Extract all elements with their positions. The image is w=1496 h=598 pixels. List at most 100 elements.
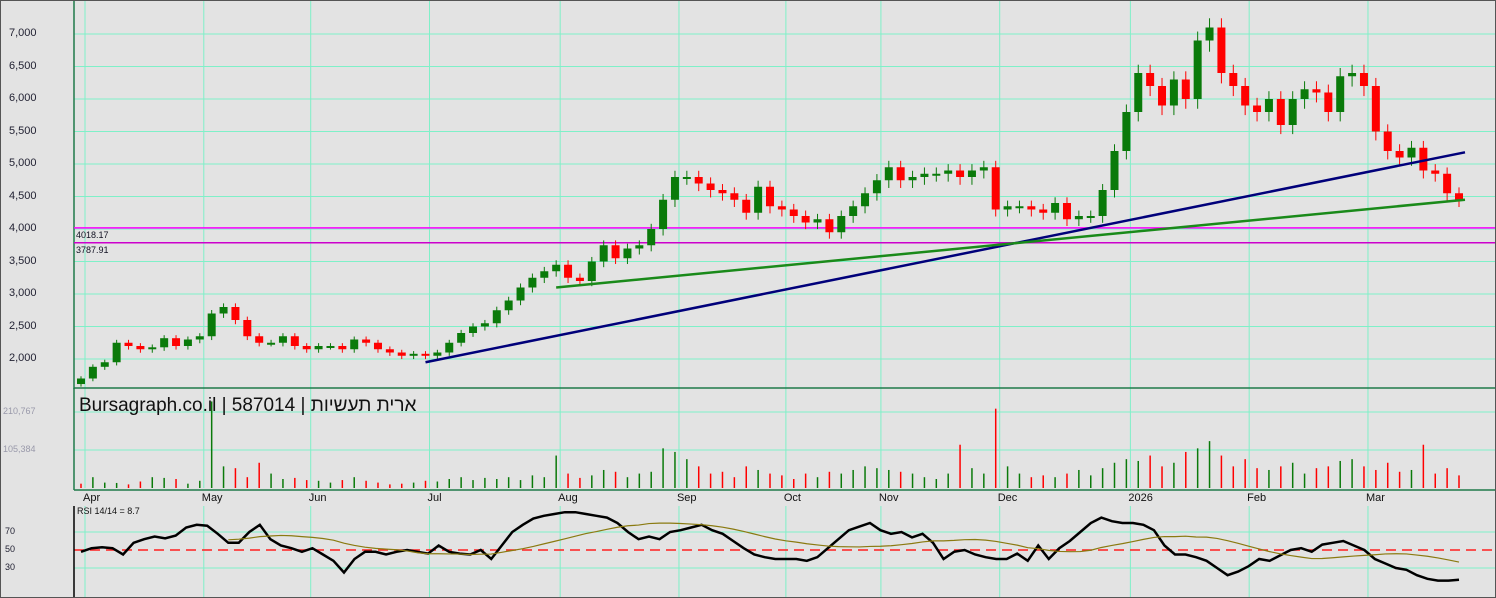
candle-body: [1359, 73, 1368, 86]
candle-body: [967, 170, 976, 177]
candle-body: [492, 310, 501, 324]
month-label: Sep: [676, 492, 697, 504]
candle-body: [290, 336, 299, 346]
trendline: [556, 198, 1466, 289]
price-tick-label: 4,000: [9, 222, 37, 234]
rsi-signal-line: [228, 522, 1460, 563]
candle-body: [302, 346, 311, 350]
candle-body: [1241, 86, 1250, 106]
price-tick-label: 5,500: [9, 124, 37, 137]
price-tick-label: 7,000: [9, 27, 37, 39]
candle-body: [884, 167, 893, 181]
candle-body: [1169, 79, 1178, 106]
candle-body: [231, 307, 240, 320]
candle-body: [528, 277, 537, 288]
candle-body: [373, 342, 382, 350]
candle-body: [777, 206, 786, 210]
price-tick-label: 6,500: [9, 59, 37, 72]
candle-body: [1407, 147, 1416, 158]
candle-body: [575, 277, 584, 281]
candle-body: [1015, 206, 1024, 209]
price-tick-label: 2,000: [9, 352, 37, 364]
candle-body: [1134, 73, 1143, 112]
candle-body: [730, 193, 739, 200]
candle-body: [1324, 92, 1333, 112]
candle-body: [219, 307, 228, 314]
candle-body: [789, 209, 798, 216]
candle-body: [1193, 40, 1202, 99]
candle-body: [326, 346, 335, 348]
month-label: Aug: [558, 492, 578, 504]
candle-body: [872, 180, 881, 194]
trendline: [425, 151, 1466, 364]
stock-chart: Bursagraph.co.il | 587014 | ארית תעשיות …: [0, 0, 1496, 598]
candle-body: [267, 342, 276, 345]
candle-body: [564, 264, 573, 278]
candle-body: [1051, 203, 1060, 213]
candle-body: [1074, 216, 1083, 220]
candle-body: [1383, 131, 1392, 151]
candle-body: [837, 216, 846, 233]
candle-body: [682, 177, 691, 179]
candle-body: [1253, 105, 1262, 112]
candle-body: [160, 338, 169, 348]
candle-body: [421, 353, 430, 356]
candle-body: [183, 339, 192, 346]
candle-body: [932, 173, 941, 176]
candle-body: [124, 342, 133, 346]
candle-body: [195, 336, 204, 340]
candle-body: [801, 216, 810, 223]
candle-body: [362, 339, 371, 343]
month-label: Nov: [878, 492, 899, 504]
candle-body: [1288, 99, 1297, 125]
candle-body: [920, 173, 929, 177]
candle-body: [207, 313, 216, 337]
candle-body: [255, 336, 264, 343]
candle-body: [694, 177, 703, 184]
candle-body: [599, 245, 608, 262]
candle-body: [718, 190, 727, 194]
month-label: Oct: [783, 492, 801, 504]
candle-body: [587, 261, 596, 281]
rsi-tick-label: 70: [5, 526, 16, 536]
candle-body: [540, 271, 549, 278]
candle-body: [1431, 170, 1440, 174]
rsi-tick-label: 30: [5, 562, 16, 572]
candle-body: [670, 177, 679, 200]
candle-body: [908, 177, 917, 181]
candle-body: [469, 326, 478, 333]
candle-body: [278, 336, 287, 343]
price-tick-label: 3,500: [9, 254, 37, 267]
candle-body: [457, 333, 466, 343]
month-label: Mar: [1365, 492, 1385, 504]
level-label: 4018.17: [76, 229, 109, 240]
price-tick-label: 4,500: [9, 189, 37, 202]
candle-body: [148, 347, 157, 350]
rsi-label: RSI 14/14 = 8.7: [77, 506, 140, 516]
candle-body: [77, 378, 85, 385]
candle-body: [979, 167, 988, 171]
candle-body: [243, 320, 252, 337]
candle-body: [956, 170, 965, 177]
price-tick-label: 3,000: [9, 287, 37, 299]
price-tick-label: 2,500: [9, 319, 37, 332]
candle-body: [1086, 216, 1095, 218]
month-label: May: [201, 492, 223, 504]
candle-body: [647, 229, 656, 246]
month-label: Apr: [83, 492, 101, 504]
month-label: Jun: [308, 492, 327, 504]
candle-body: [1158, 86, 1167, 106]
candle-body: [516, 287, 525, 301]
candle-body: [112, 342, 121, 363]
candle-body: [136, 346, 145, 350]
candle-body: [766, 186, 774, 207]
candle-body: [1003, 206, 1012, 210]
candle-body: [754, 186, 763, 213]
candle-body: [1300, 89, 1309, 99]
candle-body: [552, 264, 561, 272]
candle-body: [1276, 99, 1285, 125]
price-tick-label: 6,000: [9, 92, 37, 104]
candle-body: [504, 300, 513, 311]
candle-body: [1395, 151, 1404, 158]
candle-body: [1110, 151, 1119, 190]
